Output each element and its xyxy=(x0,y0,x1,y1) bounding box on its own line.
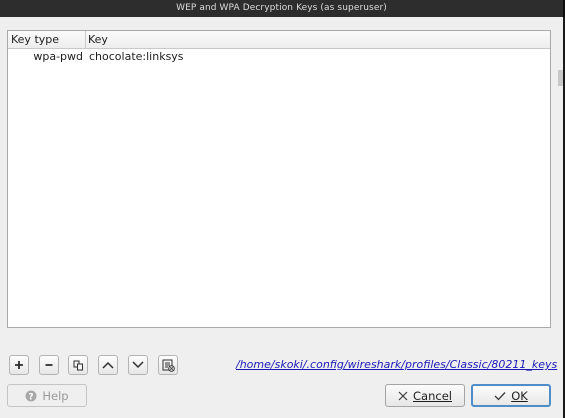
checkmark-icon xyxy=(494,391,506,400)
move-down-icon xyxy=(132,361,144,369)
move-down-button[interactable] xyxy=(128,355,148,375)
help-icon: ? xyxy=(25,390,37,402)
help-button[interactable]: ? Help xyxy=(7,384,87,407)
move-up-button[interactable] xyxy=(98,355,118,375)
clear-button[interactable] xyxy=(158,355,178,375)
copy-button[interactable] xyxy=(68,355,88,375)
copy-icon xyxy=(73,360,83,370)
table-row[interactable]: wpa-pwd chocolate:linksys xyxy=(8,49,550,64)
remove-icon xyxy=(45,364,53,366)
clear-icon xyxy=(162,359,175,372)
keys-table[interactable]: Key type Key wpa-pwd chocolate:linksys xyxy=(7,30,551,328)
svg-text:?: ? xyxy=(29,392,34,402)
cell-key[interactable]: chocolate:linksys xyxy=(89,49,184,64)
ok-button[interactable]: OK xyxy=(471,384,551,407)
window-title: WEP and WPA Decryption Keys (as superuse… xyxy=(0,0,563,17)
background-scroll-strip xyxy=(558,70,563,86)
ok-label: OK xyxy=(511,388,528,403)
keys-file-path-link[interactable]: /home/skoki/.config/wireshark/profiles/C… xyxy=(236,358,557,371)
cancel-label: Cancel xyxy=(413,388,452,403)
help-label: Help xyxy=(42,388,69,403)
table-header: Key type Key xyxy=(8,31,550,49)
column-header-key-type[interactable]: Key type xyxy=(8,31,86,48)
cancel-button[interactable]: Cancel xyxy=(385,384,465,407)
column-header-key[interactable]: Key xyxy=(86,31,550,48)
add-button[interactable] xyxy=(9,355,29,375)
add-icon xyxy=(15,361,23,369)
move-up-icon xyxy=(102,361,114,369)
remove-button[interactable] xyxy=(39,355,59,375)
dialog-window: WEP and WPA Decryption Keys (as superuse… xyxy=(0,0,563,418)
close-icon xyxy=(398,391,408,400)
cell-key-type[interactable]: wpa-pwd xyxy=(8,49,83,64)
